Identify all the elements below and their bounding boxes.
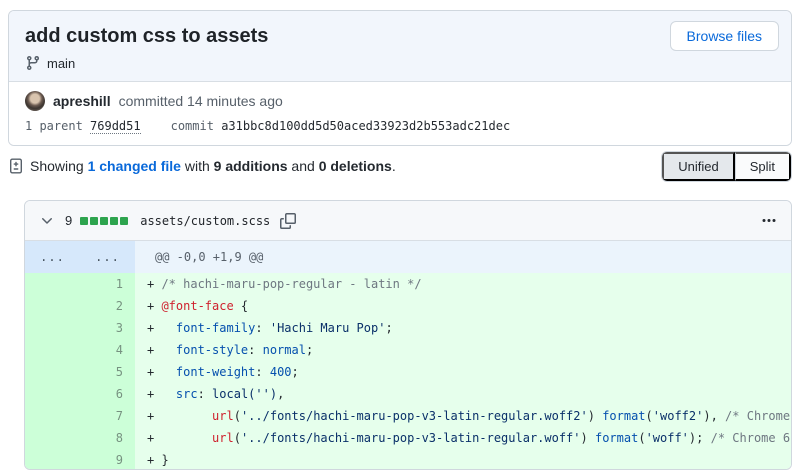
summary-text: Showing 1 changed file with 9 additions … [30, 158, 396, 174]
commit-author-section: apreshill committed 14 minutes ago 1 par… [9, 82, 791, 145]
commit-header-card: add custom css to assets main Browse fil… [8, 10, 792, 146]
diff-line: 6+ src: local(''), [25, 383, 791, 405]
old-line-number-cell [25, 383, 80, 405]
diffstat [80, 217, 128, 225]
line-number[interactable]: 4 [80, 339, 135, 361]
diff-line: 3+ font-family: 'Hachi Maru Pop'; [25, 317, 791, 339]
old-line-number-cell [25, 317, 80, 339]
old-line-number-cell [25, 427, 80, 449]
diff-line: 5+ font-weight: 400; [25, 361, 791, 383]
line-number[interactable]: 7 [80, 405, 135, 427]
code-cell: + font-weight: 400; [135, 361, 791, 383]
diff-line: 2+ @font-face { [25, 295, 791, 317]
line-number[interactable]: 8 [80, 427, 135, 449]
code-cell: + @font-face { [135, 295, 791, 317]
branch-name: main [47, 56, 75, 71]
file-changes-count: 9 [65, 213, 72, 228]
code-cell: + src: local(''), [135, 383, 791, 405]
commit-title: add custom css to assets [25, 23, 775, 49]
author-avatar[interactable] [25, 91, 45, 111]
commit-label: commit [171, 119, 222, 133]
deletions-count: 0 deletions [319, 158, 392, 174]
diffstat-block [110, 217, 118, 225]
hunk-header-row: ... ... @@ -0,0 +1,9 @@ [25, 241, 791, 273]
diff-line: 4+ font-style: normal; [25, 339, 791, 361]
file-header: 9 assets/custom.scss [25, 201, 791, 241]
old-line-number-cell [25, 273, 80, 295]
line-number[interactable]: 2 [80, 295, 135, 317]
old-line-number-cell [25, 405, 80, 427]
line-number[interactable]: 1 [80, 273, 135, 295]
diff-lines: 1+ /* hachi-maru-pop-regular - latin */2… [25, 273, 791, 470]
diffstat-block [120, 217, 128, 225]
copy-icon [280, 213, 296, 229]
additions-count: 9 additions [214, 158, 288, 174]
line-number[interactable]: 6 [80, 383, 135, 405]
code-cell: + url('../fonts/hachi-maru-pop-v3-latin-… [135, 405, 791, 427]
diff-view-toggle: Unified Split [661, 151, 792, 182]
committed-timestamp: committed 14 minutes ago [119, 93, 283, 109]
chevron-down-icon [39, 213, 55, 229]
code-cell: + } [135, 449, 791, 470]
collapse-file-button[interactable] [37, 211, 57, 231]
file-options-button[interactable] [759, 211, 779, 231]
hunk-old-gutter: ... [25, 241, 80, 273]
code-cell: + url('../fonts/hachi-maru-pop-v3-latin-… [135, 427, 791, 449]
diff-line: 7+ url('../fonts/hachi-maru-pop-v3-latin… [25, 405, 791, 427]
unified-view-button[interactable]: Unified [662, 152, 734, 181]
author-name[interactable]: apreshill [53, 93, 111, 109]
diffstat-block [80, 217, 88, 225]
diff-line: 1+ /* hachi-maru-pop-regular - latin */ [25, 273, 791, 295]
line-number[interactable]: 9 [80, 449, 135, 470]
hunk-header-text: @@ -0,0 +1,9 @@ [135, 241, 791, 273]
split-view-button[interactable]: Split [735, 152, 791, 181]
old-line-number-cell [25, 295, 80, 317]
code-cell: + font-family: 'Hachi Maru Pop'; [135, 317, 791, 339]
file-diff-icon [8, 158, 24, 174]
line-number[interactable]: 5 [80, 361, 135, 383]
code-cell: + font-style: normal; [135, 339, 791, 361]
diff-file-card: 9 assets/custom.scss ... ... @@ -0,0 +1,… [24, 200, 792, 470]
git-branch-icon [25, 55, 41, 71]
diff-summary-bar: Showing 1 changed file with 9 additions … [8, 150, 792, 182]
old-line-number-cell [25, 361, 80, 383]
old-line-number-cell [25, 449, 80, 470]
copy-file-path-button[interactable] [278, 211, 298, 231]
diff-line: 8+ url('../fonts/hachi-maru-pop-v3-latin… [25, 427, 791, 449]
commit-title-section: add custom css to assets main Browse fil… [9, 11, 791, 82]
hunk-new-gutter: ... [80, 241, 135, 273]
line-number[interactable]: 3 [80, 317, 135, 339]
parent-label: 1 parent [25, 119, 90, 133]
file-name: assets/custom.scss [140, 214, 270, 228]
browse-files-button[interactable]: Browse files [670, 21, 779, 51]
parent-sha-link[interactable]: 769dd51 [90, 119, 141, 134]
diffstat-block [90, 217, 98, 225]
branch-indicator: main [25, 55, 775, 71]
diff-line: 9+ } [25, 449, 791, 470]
code-cell: + /* hachi-maru-pop-regular - latin */ [135, 273, 791, 295]
commit-sha-row: 1 parent 769dd51 commit a31bbc8d100dd5d50… [25, 119, 775, 133]
kebab-icon [761, 213, 777, 229]
diffstat-block [100, 217, 108, 225]
commit-sha: a31bbc8d100dd5d50aced33923d2b553adc21dec [221, 119, 510, 133]
old-line-number-cell [25, 339, 80, 361]
changed-files-link[interactable]: 1 changed file [88, 158, 181, 174]
